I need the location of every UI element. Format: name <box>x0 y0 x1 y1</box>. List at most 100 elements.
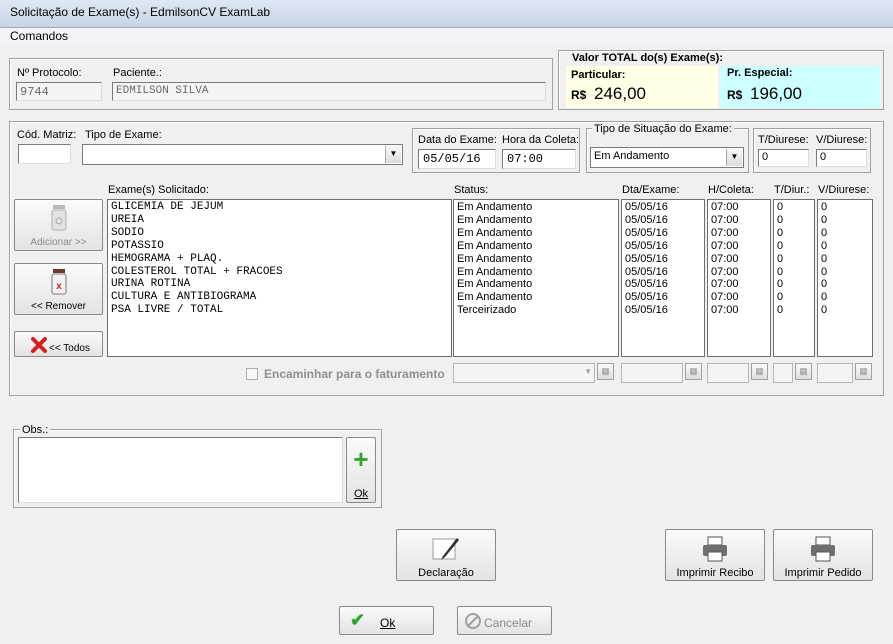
grid-button-icon[interactable]: ▦ <box>795 363 812 380</box>
particular-currency: R$ <box>571 88 587 102</box>
list-item[interactable]: 07:00 <box>711 291 767 304</box>
grid-button-icon[interactable]: ▦ <box>751 363 768 380</box>
chevron-down-icon[interactable]: ▼ <box>726 149 742 166</box>
list-item[interactable]: 0 <box>777 278 811 291</box>
declaracao-button[interactable]: Declaração <box>396 529 496 581</box>
list-item[interactable]: 05/05/16 <box>625 214 701 227</box>
list-item[interactable]: Em Andamento <box>457 240 615 253</box>
v-editor-input[interactable] <box>817 363 853 383</box>
grid-button-icon[interactable]: ▦ <box>685 363 702 380</box>
list-item[interactable]: Em Andamento <box>457 227 615 240</box>
list-item[interactable]: 07:00 <box>711 304 767 317</box>
list-item[interactable]: 0 <box>777 266 811 279</box>
situacao-select[interactable]: Em Andamento ▼ <box>590 147 744 168</box>
list-item[interactable]: Em Andamento <box>457 266 615 279</box>
adicionar-button[interactable]: Adicionar >> <box>14 199 103 251</box>
list-item[interactable]: 05/05/16 <box>625 201 701 214</box>
list-item[interactable]: 0 <box>777 201 811 214</box>
list-item[interactable]: 07:00 <box>711 253 767 266</box>
imprimir-pedido-button[interactable]: Imprimir Pedido <box>773 529 873 581</box>
list-item[interactable]: PSA LIVRE / TOTAL <box>111 304 448 317</box>
hora-list[interactable]: 07:00 07:00 07:00 07:00 07:00 07:00 07:0… <box>707 199 771 357</box>
obs-textarea[interactable] <box>18 437 343 503</box>
list-item[interactable]: 0 <box>821 266 869 279</box>
t-diurese-list[interactable]: 0 0 0 0 0 0 0 0 0 <box>773 199 815 357</box>
todos-button[interactable]: << Todos <box>14 331 103 357</box>
v-diurese-input[interactable]: 0 <box>816 149 867 167</box>
list-item[interactable]: 0 <box>821 278 869 291</box>
particular-label: Particular: <box>571 69 626 81</box>
list-item[interactable]: 0 <box>821 214 869 227</box>
list-item[interactable]: 0 <box>777 291 811 304</box>
list-item[interactable]: 05/05/16 <box>625 227 701 240</box>
list-item[interactable]: 07:00 <box>711 240 767 253</box>
encaminhar-checkbox[interactable] <box>246 368 258 380</box>
dta-editor-input[interactable] <box>621 363 683 383</box>
list-item[interactable]: 0 <box>821 291 869 304</box>
list-item[interactable]: 07:00 <box>711 266 767 279</box>
list-item[interactable]: 0 <box>777 227 811 240</box>
protocol-field[interactable]: 9744 <box>16 82 102 101</box>
hora-editor-input[interactable] <box>707 363 749 383</box>
list-item[interactable]: 0 <box>821 201 869 214</box>
status-editor-select[interactable]: ▼ <box>453 363 595 383</box>
obs-ok-button[interactable]: + Ok <box>346 437 376 503</box>
dta-list[interactable]: 05/05/16 05/05/16 05/05/16 05/05/16 05/0… <box>621 199 705 357</box>
list-item[interactable]: 0 <box>821 253 869 266</box>
imprimir-recibo-button[interactable]: Imprimir Recibo <box>665 529 765 581</box>
tipo-exame-select[interactable]: ▼ <box>82 144 403 165</box>
cod-matriz-input[interactable] <box>18 144 71 164</box>
list-item[interactable]: 05/05/16 <box>625 266 701 279</box>
exames-list[interactable]: GLICEMIA DE JEJUM UREIA SODIO POTASSIO H… <box>107 199 452 357</box>
t-diurese-input[interactable]: 0 <box>758 149 809 167</box>
list-item[interactable]: 07:00 <box>711 227 767 240</box>
list-item[interactable]: 0 <box>821 227 869 240</box>
list-item[interactable]: URINA ROTINA <box>111 278 448 291</box>
encaminhar-label: Encaminhar para o faturamento <box>264 367 445 381</box>
list-item[interactable]: Em Andamento <box>457 278 615 291</box>
list-item[interactable]: 0 <box>821 240 869 253</box>
list-item[interactable]: 05/05/16 <box>625 253 701 266</box>
remover-button[interactable]: x << Remover <box>14 263 103 315</box>
hora-coleta-input[interactable]: 07:00 <box>502 149 576 169</box>
list-item[interactable]: Em Andamento <box>457 201 615 214</box>
list-item[interactable]: 0 <box>777 253 811 266</box>
list-item[interactable]: 05/05/16 <box>625 278 701 291</box>
list-item[interactable]: 0 <box>821 304 869 317</box>
menu-comandos[interactable]: Comandos <box>10 29 68 43</box>
adicionar-label: Adicionar >> <box>30 237 87 248</box>
chevron-down-icon[interactable]: ▼ <box>385 146 401 163</box>
list-item[interactable]: 05/05/16 <box>625 304 701 317</box>
list-item[interactable]: 07:00 <box>711 201 767 214</box>
patient-name-field[interactable]: EDMILSON SILVA <box>112 82 546 101</box>
list-item[interactable]: 05/05/16 <box>625 240 701 253</box>
cancelar-button[interactable]: Cancelar <box>457 606 552 635</box>
list-item[interactable]: CULTURA E ANTIBIOGRAMA <box>111 291 448 304</box>
list-item[interactable]: Em Andamento <box>457 291 615 304</box>
list-item[interactable]: Terceirizado <box>457 304 615 317</box>
grid-button-icon[interactable]: ▦ <box>597 363 614 380</box>
status-list[interactable]: Em Andamento Em Andamento Em Andamento E… <box>453 199 619 357</box>
list-item[interactable]: UREIA <box>111 214 448 227</box>
list-item[interactable]: 0 <box>777 304 811 317</box>
v-diurese-list[interactable]: 0 0 0 0 0 0 0 0 0 <box>817 199 873 357</box>
list-item[interactable]: POTASSIO <box>111 240 448 253</box>
ok-button[interactable]: ✔ Ok <box>339 606 434 635</box>
t-editor-input[interactable] <box>773 363 793 383</box>
list-item[interactable]: 0 <box>777 214 811 227</box>
data-exame-input[interactable]: 05/05/16 <box>418 149 496 169</box>
printer-icon <box>703 536 727 562</box>
list-item[interactable]: 07:00 <box>711 278 767 291</box>
list-item[interactable]: SODIO <box>111 227 448 240</box>
list-item[interactable]: Em Andamento <box>457 253 615 266</box>
grid-button-icon[interactable]: ▦ <box>855 363 872 380</box>
list-item[interactable]: 05/05/16 <box>625 291 701 304</box>
list-item[interactable]: HEMOGRAMA + PLAQ. <box>111 253 448 266</box>
list-item[interactable]: Em Andamento <box>457 214 615 227</box>
list-item[interactable]: 0 <box>777 240 811 253</box>
list-item[interactable]: 07:00 <box>711 214 767 227</box>
situacao-label: Tipo de Situação do Exame: <box>592 123 734 135</box>
list-item[interactable]: COLESTEROL TOTAL + FRACOES <box>111 266 448 279</box>
list-item[interactable]: GLICEMIA DE JEJUM <box>111 201 448 214</box>
chevron-down-icon[interactable]: ▼ <box>584 367 592 376</box>
